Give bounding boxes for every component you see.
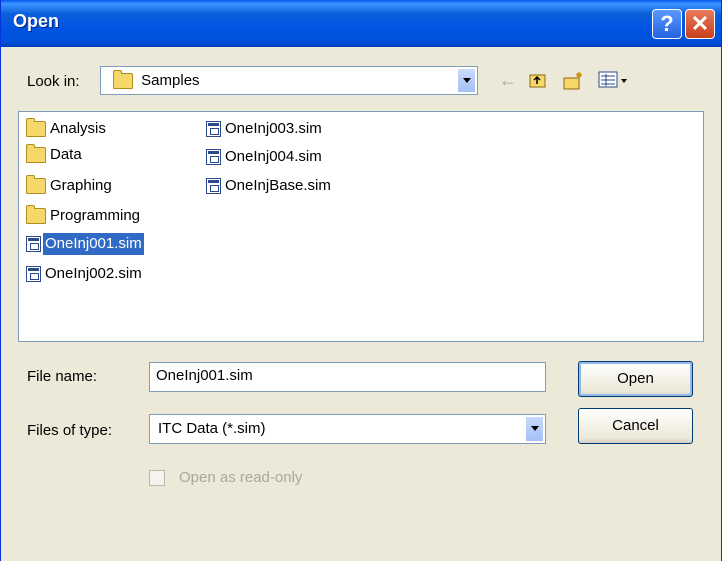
open-dialog: Open ? ✕ Look in: Samples ← Analysis Dat…	[0, 0, 722, 561]
list-item-file[interactable]: OneInjBase.sim	[206, 175, 333, 197]
folder-icon	[26, 175, 46, 195]
back-arrow-icon[interactable]: ←	[499, 71, 517, 89]
list-item-file[interactable]: OneInj002.sim	[26, 263, 144, 285]
files-of-type-label: Files of type:	[27, 422, 113, 439]
look-in-current: Samples	[113, 70, 202, 92]
file-name-input[interactable]: OneInj001.sim	[149, 362, 546, 392]
open-button[interactable]: Open	[578, 361, 693, 397]
look-in-label: Look in:	[27, 73, 80, 90]
look-in-dropdown[interactable]: Samples	[100, 66, 478, 95]
up-one-level-icon[interactable]	[528, 71, 548, 92]
read-only-label: Open as read-only	[179, 469, 303, 486]
sim-file-icon	[206, 121, 221, 138]
help-icon[interactable]: ?	[652, 9, 682, 39]
folder-icon	[26, 118, 46, 138]
title-bar[interactable]: Open ? ✕	[1, 0, 721, 47]
list-item-file[interactable]: OneInj003.sim	[206, 118, 324, 140]
sim-file-icon	[26, 266, 41, 283]
folder-icon	[113, 70, 133, 90]
sim-file-icon	[26, 236, 41, 253]
list-item-file-selected[interactable]: OneInj001.sim	[26, 233, 144, 256]
file-list[interactable]: Analysis Data Graphing Programming OneIn…	[18, 111, 704, 342]
cancel-button[interactable]: Cancel	[578, 408, 693, 444]
chevron-down-icon[interactable]	[457, 68, 476, 93]
list-item-folder-programming[interactable]: Programming	[26, 205, 142, 227]
folder-icon	[26, 144, 46, 164]
view-menu-icon[interactable]	[598, 71, 628, 92]
close-icon[interactable]: ✕	[685, 9, 715, 39]
new-folder-icon[interactable]	[562, 71, 586, 94]
files-of-type-value: ITC Data (*.sim)	[158, 420, 266, 437]
dialog-title: Open	[13, 11, 60, 31]
sim-file-icon	[206, 149, 221, 166]
list-item-file[interactable]: OneInj004.sim	[206, 146, 324, 168]
file-name-label: File name:	[27, 368, 98, 385]
files-of-type-dropdown[interactable]: ITC Data (*.sim)	[149, 414, 546, 444]
sim-file-icon	[206, 178, 221, 195]
list-item-folder-data[interactable]: Data	[26, 144, 84, 166]
list-item-folder-graphing[interactable]: Graphing	[26, 175, 114, 197]
chevron-down-icon[interactable]	[525, 416, 544, 442]
list-item-folder-analysis[interactable]: Analysis	[26, 118, 108, 140]
folder-icon	[26, 205, 46, 225]
read-only-checkbox[interactable]	[149, 470, 165, 486]
